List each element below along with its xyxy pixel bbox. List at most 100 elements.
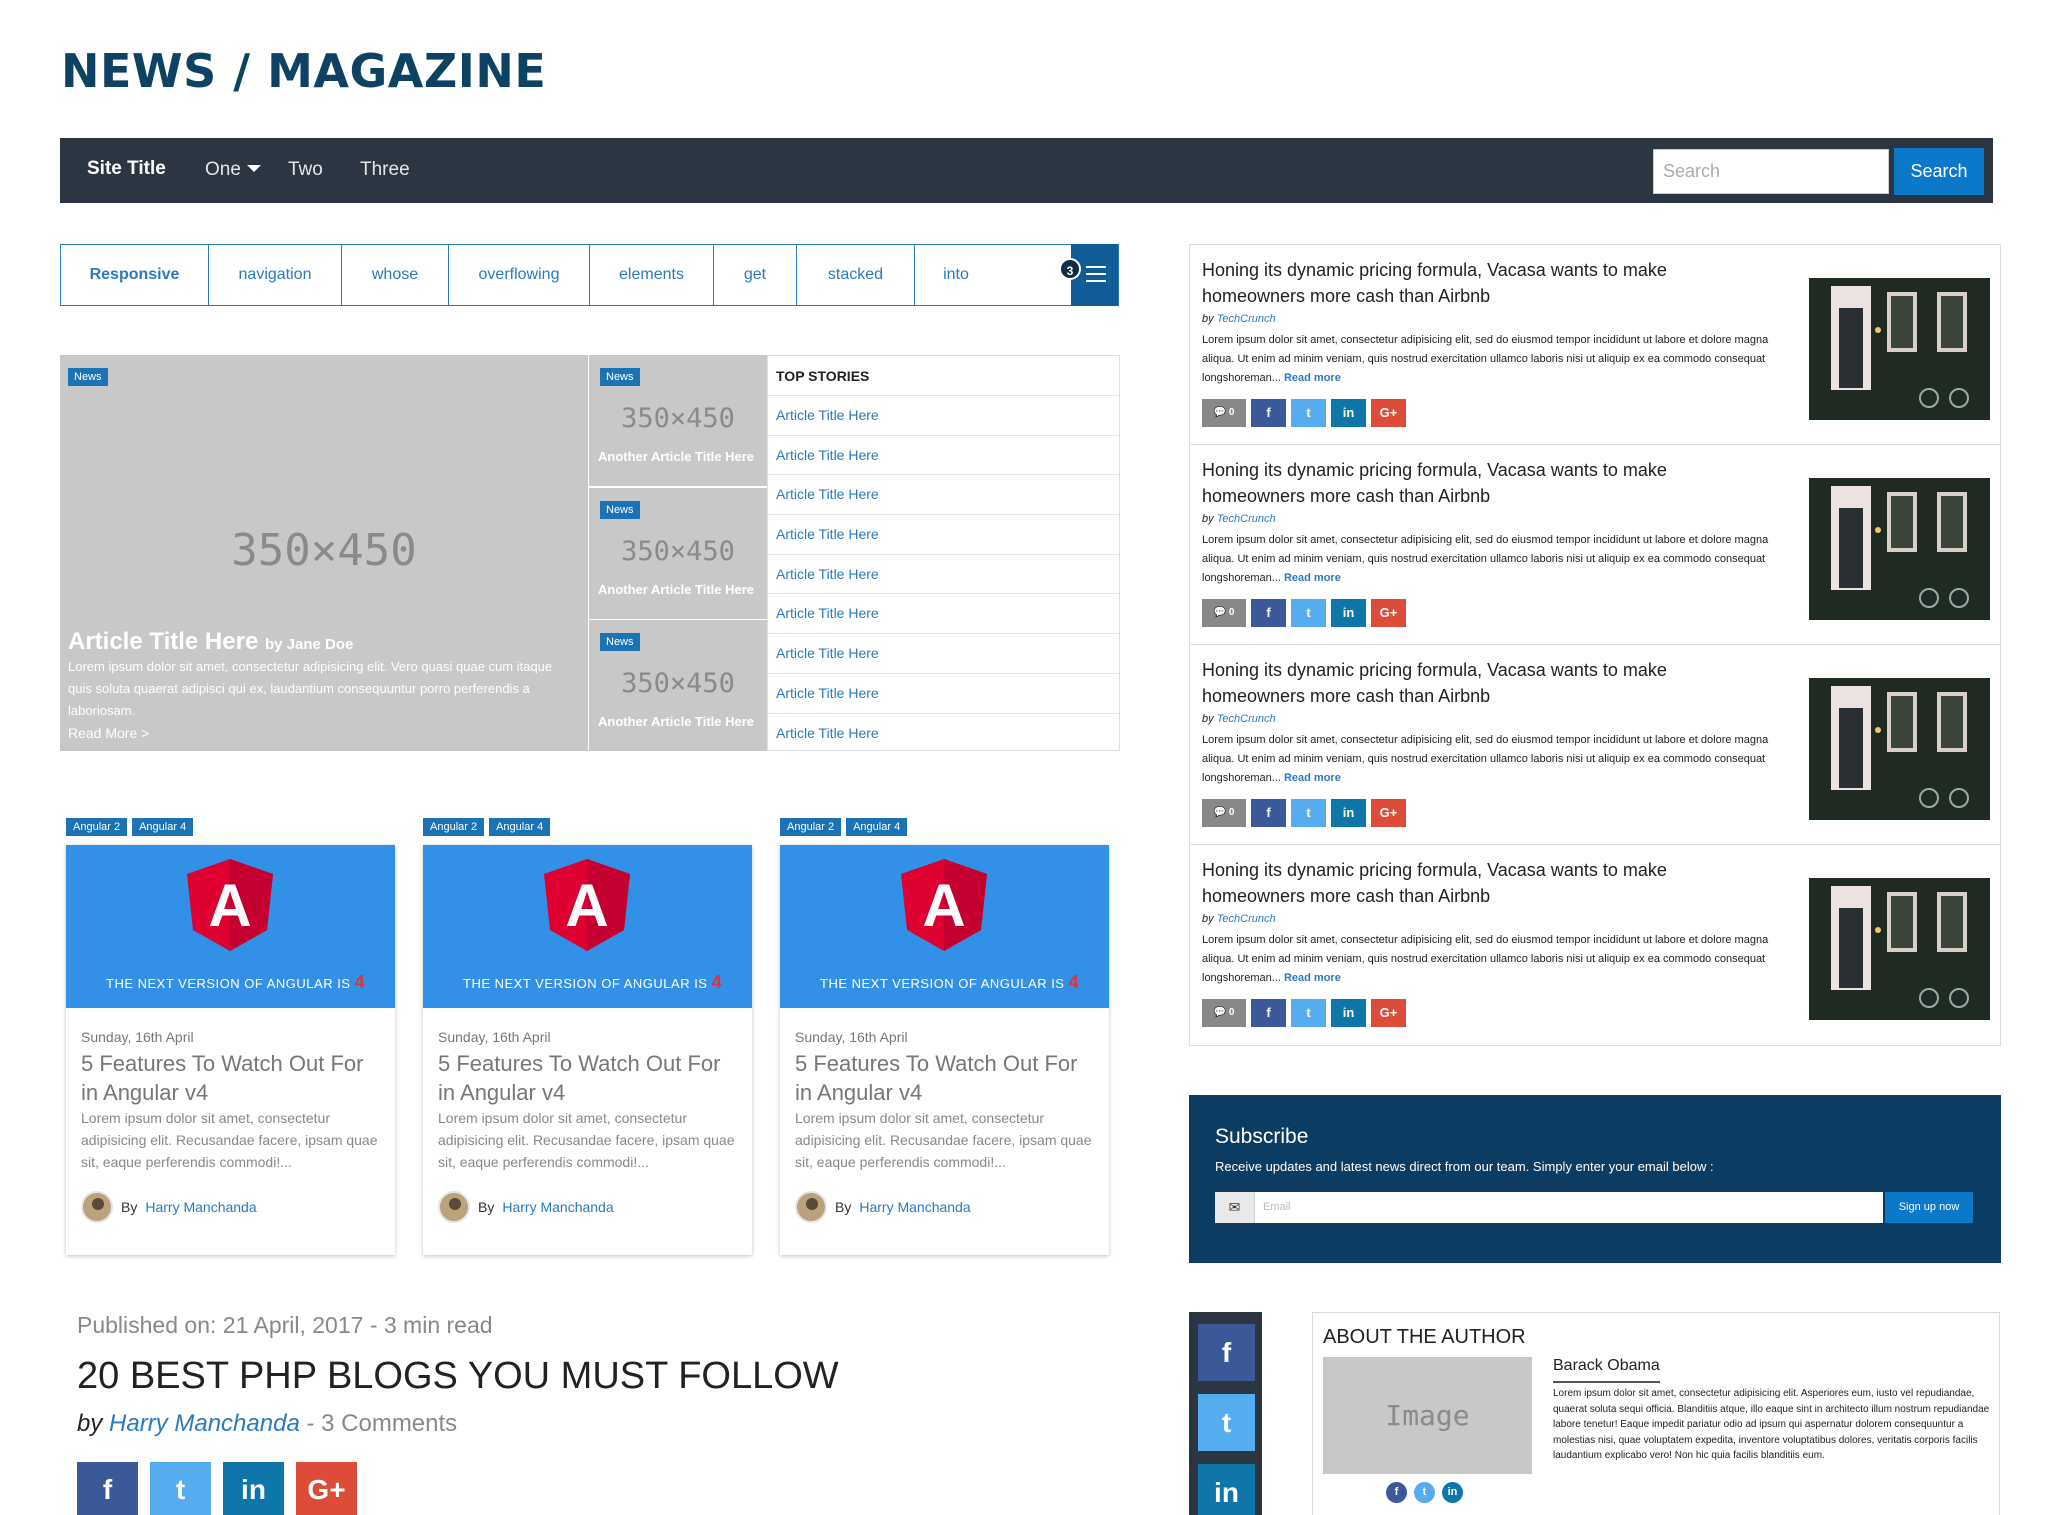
banner-caption: THE NEXT VERSION OF ANGULAR IS 4 [820, 972, 1080, 992]
side-article-title: Another Article Title Here [598, 449, 755, 464]
comment-count-button[interactable]: 💬 0 [1202, 599, 1246, 627]
top-story-link[interactable]: Article Title Here [768, 714, 1119, 754]
card-title[interactable]: 5 Features To Watch Out For in Angular v… [438, 1049, 738, 1107]
linkedin-icon[interactable]: in [1331, 599, 1366, 627]
author-link[interactable]: Harry Manchanda [859, 1199, 970, 1215]
comment-count-button[interactable]: 💬 0 [1202, 999, 1246, 1027]
read-more-link[interactable]: Read more [1284, 972, 1341, 984]
feed-headline[interactable]: Honing its dynamic pricing formula, Vaca… [1202, 257, 1722, 309]
side-article[interactable]: News 350×450 Another Article Title Here [589, 620, 767, 751]
linkedin-icon[interactable]: in [1331, 399, 1366, 427]
nav-link-two[interactable]: Two [288, 159, 323, 181]
feed-headline[interactable]: Honing its dynamic pricing formula, Vaca… [1202, 857, 1722, 909]
linkedin-icon[interactable]: in [1442, 1482, 1463, 1503]
facebook-icon[interactable]: f [1198, 1324, 1255, 1381]
nav-link-one[interactable]: One [205, 159, 261, 181]
sign-up-button[interactable]: Sign up now [1885, 1192, 1973, 1223]
facebook-icon[interactable]: f [1386, 1482, 1407, 1503]
tab-get[interactable]: get [714, 245, 797, 305]
feed-headline[interactable]: Honing its dynamic pricing formula, Vaca… [1202, 657, 1722, 709]
top-story-link[interactable]: Article Title Here [768, 634, 1119, 674]
avatar [438, 1191, 470, 1223]
tab-responsive[interactable]: Responsive [61, 245, 209, 305]
top-story-link[interactable]: Article Title Here [768, 555, 1119, 595]
google-plus-icon[interactable]: G+ [296, 1462, 357, 1515]
twitter-icon[interactable]: t [1291, 799, 1326, 827]
top-story-link[interactable]: Article Title Here [768, 674, 1119, 714]
top-story-link[interactable]: Article Title Here [768, 396, 1119, 436]
tab-overflowing[interactable]: overflowing [449, 245, 590, 305]
read-more-link[interactable]: Read more [1284, 572, 1341, 584]
google-plus-icon[interactable]: G+ [1371, 399, 1406, 427]
top-story-link[interactable]: Article Title Here [768, 515, 1119, 555]
comment-count-button[interactable]: 💬 0 [1202, 399, 1246, 427]
google-plus-icon[interactable]: G+ [1371, 799, 1406, 827]
site-title-link[interactable]: Site Title [87, 158, 166, 180]
facebook-icon[interactable]: f [1251, 599, 1286, 627]
facebook-icon[interactable]: f [1251, 799, 1286, 827]
author-link[interactable]: Harry Manchanda [145, 1199, 256, 1215]
feed-headline[interactable]: Honing its dynamic pricing formula, Vaca… [1202, 457, 1722, 509]
source-link[interactable]: TechCrunch [1217, 713, 1276, 725]
tab-into[interactable]: into [915, 245, 997, 305]
linkedin-icon[interactable]: in [1331, 999, 1366, 1027]
tab-navigation[interactable]: navigation [209, 245, 342, 305]
feed-byline: by TechCrunch [1202, 913, 1276, 925]
linkedin-icon[interactable]: in [1331, 799, 1366, 827]
twitter-icon[interactable]: t [1291, 599, 1326, 627]
search-input[interactable]: Search [1653, 149, 1889, 194]
tag-badge[interactable]: Angular 4 [489, 818, 551, 836]
top-story-link[interactable]: Article Title Here [768, 594, 1119, 635]
top-story-link[interactable]: Article Title Here [768, 475, 1119, 516]
tab-stacked[interactable]: stacked [797, 245, 915, 305]
page-heading: NEWS / MAGAZINE [61, 44, 547, 98]
tag-badge[interactable]: Angular 2 [423, 818, 485, 836]
facebook-icon[interactable]: f [1251, 399, 1286, 427]
tag-badge[interactable]: Angular 4 [846, 818, 908, 836]
card-title[interactable]: 5 Features To Watch Out For in Angular v… [81, 1049, 381, 1107]
top-stories-heading: TOP STORIES [768, 356, 1119, 396]
author-link[interactable]: Harry Manchanda [109, 1410, 300, 1437]
linkedin-icon[interactable]: in [223, 1462, 284, 1515]
top-story-link[interactable]: Article Title Here [768, 436, 1119, 476]
twitter-icon[interactable]: t [1414, 1482, 1435, 1503]
overflow-menu-button[interactable]: 3 [1059, 244, 1118, 306]
hero-article[interactable]: News 350×450 Article Title Here by Jane … [60, 355, 588, 751]
tab-whose[interactable]: whose [342, 245, 449, 305]
share-buttons: 💬 0 f t in G+ [1202, 799, 1406, 827]
read-more-link[interactable]: Read more [1284, 372, 1341, 384]
side-article[interactable]: News 350×450 Another Article Title Here [589, 355, 767, 486]
author-link[interactable]: Harry Manchanda [502, 1199, 613, 1215]
card-tags: Angular 2 Angular 4 [66, 818, 194, 836]
linkedin-icon[interactable]: in [1198, 1464, 1255, 1515]
google-plus-icon[interactable]: G+ [1371, 999, 1406, 1027]
card-title[interactable]: 5 Features To Watch Out For in Angular v… [795, 1049, 1095, 1107]
email-field[interactable]: ✉ Email [1215, 1192, 1883, 1223]
twitter-icon[interactable]: t [150, 1462, 211, 1515]
image-placeholder: 350×450 [231, 525, 417, 576]
comment-count-button[interactable]: 💬 0 [1202, 799, 1246, 827]
facebook-icon[interactable]: f [77, 1462, 138, 1515]
tag-badge[interactable]: Angular 2 [780, 818, 842, 836]
read-more-link[interactable]: Read More > [68, 725, 149, 741]
hero-title[interactable]: Article Title Here by Jane Doe [68, 628, 353, 656]
source-link[interactable]: TechCrunch [1217, 313, 1276, 325]
side-article[interactable]: News 350×450 Another Article Title Here [589, 488, 767, 619]
twitter-icon[interactable]: t [1291, 999, 1326, 1027]
twitter-icon[interactable]: t [1291, 399, 1326, 427]
tab-elements[interactable]: elements [590, 245, 714, 305]
tag-badge[interactable]: Angular 2 [66, 818, 128, 836]
article-card[interactable]: A THE NEXT VERSION OF ANGULAR IS 4 Sunda… [780, 845, 1109, 1255]
svg-text:A: A [208, 872, 251, 939]
source-link[interactable]: TechCrunch [1217, 513, 1276, 525]
twitter-icon[interactable]: t [1198, 1394, 1255, 1451]
read-more-link[interactable]: Read more [1284, 772, 1341, 784]
search-button[interactable]: Search [1894, 148, 1984, 195]
google-plus-icon[interactable]: G+ [1371, 599, 1406, 627]
tag-badge[interactable]: Angular 4 [132, 818, 194, 836]
article-card[interactable]: A THE NEXT VERSION OF ANGULAR IS 4 Sunda… [66, 845, 395, 1255]
facebook-icon[interactable]: f [1251, 999, 1286, 1027]
source-link[interactable]: TechCrunch [1217, 913, 1276, 925]
article-card[interactable]: A THE NEXT VERSION OF ANGULAR IS 4 Sunda… [423, 845, 752, 1255]
nav-link-three[interactable]: Three [360, 159, 410, 181]
